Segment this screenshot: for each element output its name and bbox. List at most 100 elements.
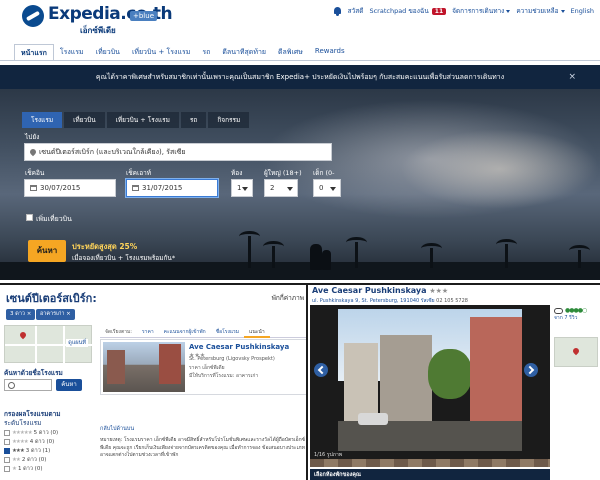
chevron-right-icon[interactable] [524,363,538,377]
star-icon: ★★★ [12,448,25,454]
hotel-thumbnail[interactable] [103,342,185,392]
star-icon: ★★ [12,457,21,463]
star-filter-2[interactable]: ★★ 2 ดาว (0) [4,456,46,464]
sort-tab-recommended[interactable]: แนะนำ [244,325,270,338]
nav-item-deals[interactable]: ดีลพิเศษ [272,44,309,61]
tripadvisor-rating[interactable]: ●●●●○ จาก 7 รีวิว [554,307,598,322]
help-link[interactable]: ความช่วยเหลือ [516,6,565,16]
nav-item-home[interactable]: หน้าแรก [14,44,54,61]
adults-label: ผู้ใหญ่ (18+) [264,169,302,177]
sort-tab-price[interactable]: ราคา [137,325,159,338]
filter-subtitle: ระดับโรงแรม [4,419,42,427]
top-bar: Expedia.co.th +blue เอ็กซ์พีเดีย สวัสดี … [0,0,600,36]
choose-room-bar[interactable]: เลือกห้องพักของคุณ [310,469,550,480]
chevron-left-icon[interactable] [314,363,328,377]
rating-dots-icon: ●●●●○ [565,307,587,314]
hotel-phone: 02 105 5728 [436,298,468,304]
star-icon: ★★★★★ [12,430,33,436]
checkout-date-input[interactable]: 31/07/2015 [126,179,218,197]
tab-hotels[interactable]: โรงแรม [22,112,63,128]
nav-item-last-minute[interactable]: ดีลนาทีสุดท้าย [216,44,272,61]
main-nav: หน้าแรก โรงแรม เที่ยวบิน เที่ยวบิน + โรง… [14,44,351,61]
photo-counter: 1/16 รูปภาพ [314,452,343,458]
star-icon: ★★★★ [12,439,29,445]
review-count: จาก 7 รีวิว [554,315,578,321]
nav-item-flights[interactable]: เที่ยวบิน [90,44,126,61]
location-pin-icon [28,147,38,157]
expedia-logo[interactable]: Expedia.co.th +blue เอ็กซ์พีเดีย [22,3,173,35]
results-title: เซนต์ปีเตอร์สเบิร์ก: [6,292,97,305]
add-flight-checkbox[interactable] [26,214,33,221]
results-disclaimer: หมายเหตุ: โรงแรมราคา เอ็กซ์พีเดีย อาจมีส… [100,437,306,458]
checkbox[interactable] [4,439,10,445]
star-filter-5[interactable]: ★★★★★ 5 ดาว (0) [4,429,58,437]
photo-thumbnail-strip[interactable] [310,459,550,467]
tab-activities[interactable]: กิจกรรม [208,112,250,128]
star-filter-4[interactable]: ★★★★ 4 ดาว (0) [4,438,54,446]
nav-item-cars[interactable]: รถ [196,44,216,61]
hotel-name-input[interactable] [4,379,52,391]
sort-tab-hotel-name[interactable]: ชื่อโรงแรม [211,325,244,338]
sort-tabs: จัดเรียงตาม: ราคา คะแนนจากผู้เข้าพัก ชื่… [100,325,306,338]
member-banner-text: คุณได้ราคาพิเศษสำหรับสมาชิกเท่านั้นเพราะ… [95,73,505,81]
tab-cars[interactable]: รถ [180,112,207,128]
tab-flight-hotel[interactable]: เที่ยวบิน + โรงแรม [106,112,179,128]
calendar-icon [132,185,139,191]
checkout-label: เช็คเอาท์ [126,169,152,177]
bell-icon[interactable] [333,6,342,16]
language-link[interactable]: English [571,7,594,15]
hotel-result-card[interactable]: Ave Caesar Pushkinskaya ★★★ St. Petersbu… [100,339,306,395]
hotel-location-map[interactable] [554,337,598,367]
rooms-label: ห้อง [231,169,243,177]
star-filter-1[interactable]: ★ 1 ดาว (0) [4,465,42,473]
hotel-detail-panel: Ave Caesar Pushkinskaya ★★★ ul. Pushkins… [308,283,600,480]
search-form: โรงแรม เที่ยวบิน เที่ยวบิน + โรงแรม รถ ก… [22,112,341,262]
brand-plus-badge: +blue [130,11,157,21]
nav-item-flight-hotel[interactable]: เที่ยวบิน + โรงแรม [126,44,196,61]
checkbox[interactable] [4,457,10,463]
sort-by-label: จัดเรียงตาม: [105,329,132,335]
globe-icon [22,5,44,27]
greeting-link[interactable]: สวัสดี [348,6,364,16]
search-tabs: โรงแรม เที่ยวบิน เที่ยวบิน + โรงแรม รถ ก… [22,112,250,128]
brand-subtitle: เอ็กซ์พีเดีย [80,26,116,35]
hotel-location: St. Petersburg (Ligovsky Prospekt) [189,356,275,362]
destination-input[interactable]: เซนต์ปีเตอร์สเบิร์ก (และบริเวณใกล้เคียง)… [24,143,332,161]
close-icon[interactable]: × [568,65,576,89]
adults-select[interactable]: 2 [264,179,298,197]
add-flight-label[interactable]: เพิ่มเที่ยวบิน [36,214,72,225]
back-to-top-link[interactable]: กลับไปด้านบน [100,425,134,433]
search-button[interactable]: ค้นหา [28,240,66,262]
hotel-name-search-button[interactable]: ค้นหา [56,379,82,391]
nav-item-hotels[interactable]: โรงแรม [54,44,90,61]
nav-divider [0,60,600,61]
main-page-panel: Expedia.co.th +blue เอ็กซ์พีเดีย สวัสดี … [0,0,600,280]
star-icon: ★ [12,466,17,472]
mini-map[interactable]: ดูแผนที่ [4,325,93,364]
chevron-down-icon [506,9,511,13]
sort-label: พักกี่ค่าภาพ [271,294,304,302]
checkbox-checked[interactable] [4,448,10,454]
children-select[interactable]: 0 [313,179,341,197]
tripadvisor-owl-icon [554,307,563,314]
sort-tab-guest-rating[interactable]: คะแนนจากผู้เข้าพัก [159,325,211,338]
account-links: สวัสดี Scratchpad ของฉัน 11 จัดการการเดิ… [333,5,594,17]
checkbox[interactable] [4,466,10,472]
promo-title: ประหยัดสูงสุด 25% [72,242,138,251]
tab-flights[interactable]: เที่ยวบิน [64,112,105,128]
name-search-title: ค้นหาด้วยชื่อโรงแรม [4,369,63,377]
checkin-date-input[interactable]: 30/07/2015 [24,179,116,197]
promo-text: เมื่อจองเที่ยวบิน + โรงแรมพร้อมกัน* [72,254,176,262]
scratchpad-link[interactable]: Scratchpad ของฉัน [369,6,428,16]
filter-chip-3-stars[interactable]: 3 ดาว × [6,309,36,320]
star-filter-3[interactable]: ★★★ 3 ดาว (1) [4,447,50,455]
checkbox[interactable] [4,430,10,436]
destination-label: ไปยัง [25,133,40,141]
hotel-photo-gallery[interactable]: 1/16 รูปภาพ [310,305,550,459]
manage-trips-link[interactable]: จัดการการเดินทาง [452,6,511,16]
rooms-select[interactable]: 1 [231,179,253,197]
view-map-link[interactable]: ดูแผนที่ [66,339,88,347]
nav-item-rewards[interactable]: Rewards [309,44,351,61]
filter-chip-old-building[interactable]: อาคารเก่า × [36,309,75,320]
hotel-price-type: ราคา เอ็กซ์พีเดีย [189,365,225,371]
